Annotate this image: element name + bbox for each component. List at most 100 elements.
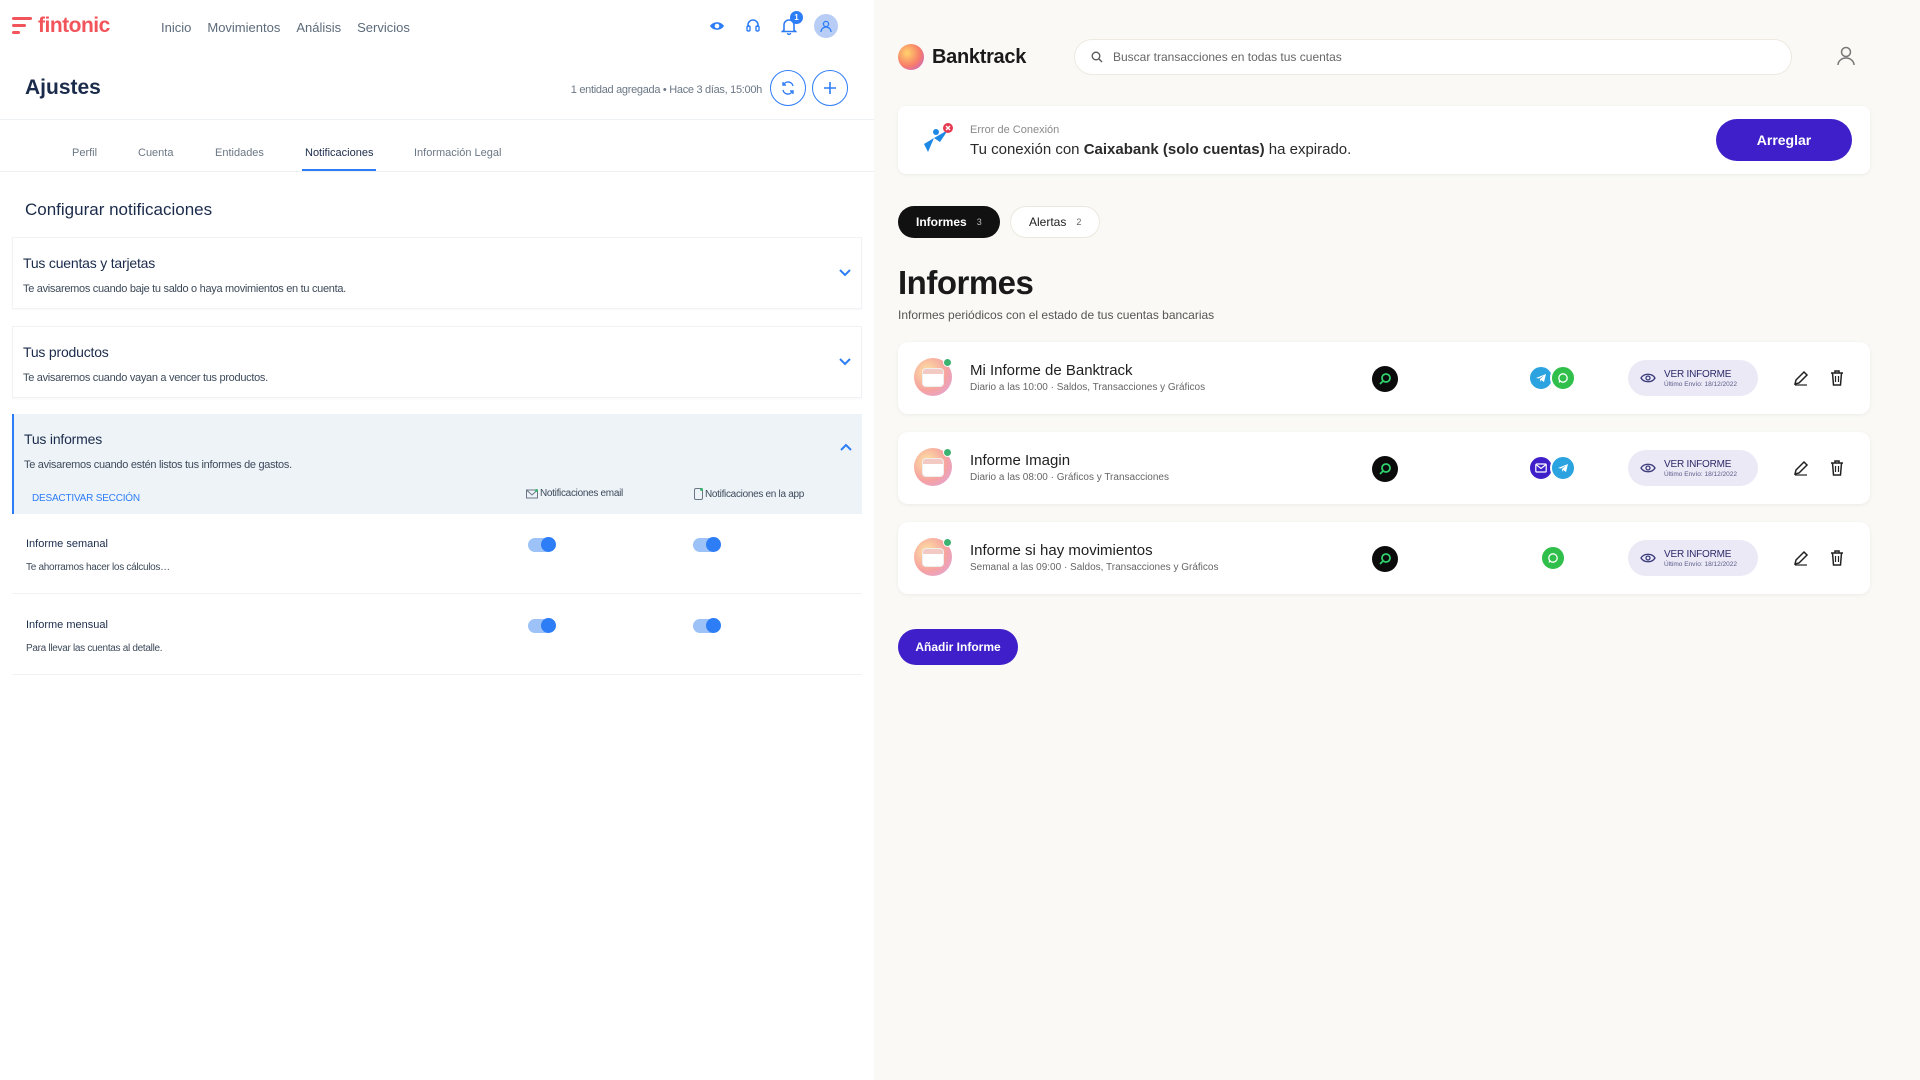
- tab-alertas[interactable]: Alertas 2: [1010, 206, 1101, 238]
- bell-icon[interactable]: 1: [778, 11, 803, 37]
- section-title: Configurar notificaciones: [25, 200, 213, 219]
- toggle-semanal-app[interactable]: [693, 537, 721, 552]
- view-report-button[interactable]: VER INFORME Último Envío: 18/12/2022: [1628, 540, 1758, 576]
- eye-icon: [1640, 553, 1656, 563]
- user-icon[interactable]: [1834, 44, 1858, 68]
- trash-icon[interactable]: [1828, 369, 1846, 387]
- row-desc-semanal: Te ahorramos hacer los cálculos…: [26, 562, 170, 573]
- search-icon: [1091, 51, 1103, 63]
- banktrack-channel-icon: [1372, 456, 1398, 482]
- row-title-mensual: Informe mensual: [26, 619, 108, 631]
- banktrack-logo-text: Banktrack: [932, 45, 1027, 68]
- plus-icon: [824, 82, 836, 94]
- row-title-semanal: Informe semanal: [26, 538, 108, 550]
- view-report-button[interactable]: VER INFORME Último Envío: 18/12/2022: [1628, 450, 1758, 486]
- refresh-icon: [782, 81, 794, 95]
- report-channels: [1528, 365, 1576, 391]
- eye-icon: [1640, 463, 1656, 473]
- column-header-email-label: Notificaciones email: [540, 488, 623, 499]
- chevron-down-icon[interactable]: [837, 353, 853, 369]
- banktrack-panel: Banktrack Error de Conexión Tu conexión …: [874, 0, 1920, 1080]
- email-icon: [526, 488, 538, 498]
- fintonic-logo-icon: [12, 15, 32, 37]
- tab-notificaciones[interactable]: Notificaciones: [302, 147, 377, 171]
- refresh-button[interactable]: [770, 70, 806, 106]
- phone-icon: [694, 488, 703, 500]
- add-report-button[interactable]: Añadir Informe: [898, 629, 1018, 665]
- tab-cuenta[interactable]: Cuenta: [138, 147, 173, 169]
- column-header-app: Notificaciones en la app: [694, 488, 804, 500]
- entities-meta: 1 entidad agregada • Hace 3 días, 15:00h: [570, 84, 763, 96]
- toggle-mensual-email[interactable]: [528, 618, 556, 633]
- last-sent-date: Último Envío: 18/12/2022: [1664, 380, 1737, 388]
- eye-icon: [1640, 373, 1656, 383]
- tab-informacion-legal[interactable]: Información Legal: [414, 147, 501, 169]
- page-subtitle: Informes periódicos con el estado de tus…: [898, 308, 1215, 322]
- search-input[interactable]: [1113, 50, 1763, 64]
- settings-tabs: Perfil Cuenta Entidades Notificaciones I…: [0, 120, 874, 172]
- tab-alertas-count: 2: [1076, 217, 1082, 227]
- fintonic-logo[interactable]: fintonic: [12, 14, 110, 38]
- search-bar[interactable]: [1074, 39, 1792, 75]
- tab-informes-label: Informes: [916, 215, 967, 229]
- section-informes[interactable]: Tus informes Te avisaremos cuando estén …: [12, 414, 862, 514]
- section-title-productos: Tus productos: [23, 344, 109, 360]
- report-channels: [1540, 545, 1566, 571]
- user-icon: [820, 20, 832, 33]
- toggle-semanal-email[interactable]: [528, 537, 556, 552]
- deactivate-section-link[interactable]: DESACTIVAR SECCIÓN: [32, 493, 140, 504]
- add-entity-button[interactable]: [812, 70, 848, 106]
- avatar[interactable]: [814, 14, 838, 38]
- error-label: Error de Conexión: [970, 124, 1060, 136]
- report-channels: [1528, 455, 1576, 481]
- table-row: Informe semanal Te ahorramos hacer los c…: [12, 514, 862, 594]
- eye-icon[interactable]: [706, 15, 728, 37]
- tab-entidades[interactable]: Entidades: [215, 147, 264, 169]
- report-name: Mi Informe de Banktrack: [970, 362, 1133, 379]
- edit-icon[interactable]: [1792, 459, 1810, 477]
- page-title: Informes: [898, 264, 1034, 301]
- section-desc-cuentas: Te avisaremos cuando baje tu saldo o hay…: [23, 283, 346, 295]
- column-header-app-label: Notificaciones en la app: [705, 488, 804, 500]
- connection-error-banner: Error de Conexión Tu conexión con Caixab…: [898, 106, 1870, 174]
- calendar-icon: [914, 448, 952, 486]
- view-report-label: VER INFORME: [1664, 458, 1732, 470]
- nav-movimientos[interactable]: Movimientos: [207, 20, 280, 35]
- trash-icon[interactable]: [1828, 459, 1846, 477]
- nav-inicio[interactable]: Inicio: [161, 20, 191, 35]
- column-header-email: Notificaciones email: [526, 488, 623, 499]
- last-sent-date: Último Envío: 18/12/2022: [1664, 560, 1737, 568]
- banktrack-logo[interactable]: Banktrack: [898, 44, 1026, 70]
- tab-perfil[interactable]: Perfil: [72, 147, 97, 169]
- nav-analisis[interactable]: Análisis: [296, 20, 341, 35]
- nav-servicios[interactable]: Servicios: [357, 20, 410, 35]
- fix-connection-button[interactable]: Arreglar: [1716, 119, 1852, 161]
- section-desc-informes: Te avisaremos cuando estén listos tus in…: [24, 459, 292, 471]
- edit-icon[interactable]: [1792, 549, 1810, 567]
- notification-badge: 1: [790, 11, 803, 24]
- whatsapp-icon: [1550, 365, 1576, 391]
- chevron-up-icon[interactable]: [838, 440, 854, 456]
- trash-icon[interactable]: [1828, 549, 1846, 567]
- calendar-icon: [914, 538, 952, 576]
- chevron-down-icon[interactable]: [837, 264, 853, 280]
- report-name: Informe Imagin: [970, 452, 1071, 469]
- toggle-mensual-app[interactable]: [693, 618, 721, 633]
- edit-icon[interactable]: [1792, 369, 1810, 387]
- tab-informes[interactable]: Informes 3: [898, 206, 1000, 238]
- fintonic-panel: fintonic Inicio Movimientos Análisis Ser…: [0, 0, 874, 1080]
- view-report-label: VER INFORME: [1664, 548, 1732, 560]
- report-card: Informe Imagin Diario a las 08:00 · Gráf…: [898, 432, 1870, 504]
- page-title: Ajustes: [25, 76, 101, 99]
- report-card: Informe si hay movimientos Semanal a las…: [898, 522, 1870, 594]
- section-title-cuentas: Tus cuentas y tarjetas: [23, 255, 156, 271]
- section-cuentas-tarjetas[interactable]: Tus cuentas y tarjetas Te avisaremos cua…: [12, 237, 862, 309]
- banktrack-logo-icon: [898, 44, 924, 70]
- row-desc-mensual: Para llevar las cuentas al detalle.: [26, 643, 163, 654]
- error-bank-name: Caixabank (solo cuentas): [1083, 141, 1265, 158]
- fintonic-header: fintonic Inicio Movimientos Análisis Ser…: [0, 0, 874, 56]
- header-icons: 1: [706, 11, 838, 38]
- support-headset-icon[interactable]: [742, 15, 764, 37]
- section-productos[interactable]: Tus productos Te avisaremos cuando vayan…: [12, 326, 862, 398]
- view-report-button[interactable]: VER INFORME Último Envío: 18/12/2022: [1628, 360, 1758, 396]
